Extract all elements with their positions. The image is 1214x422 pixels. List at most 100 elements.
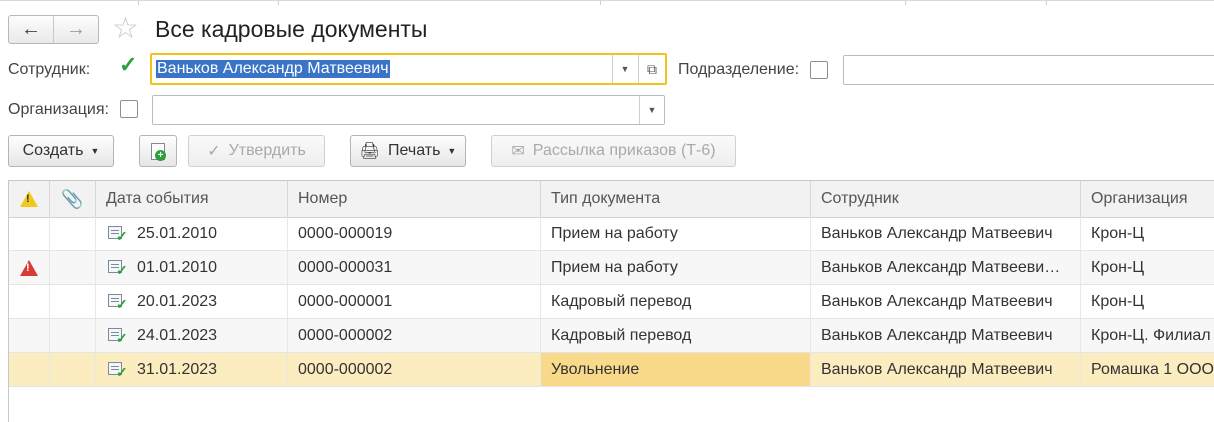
check-icon: ✓: [207, 143, 221, 160]
create-based-on-button[interactable]: +: [139, 135, 177, 167]
attachment-cell: [50, 319, 96, 352]
header-date[interactable]: Дата события: [96, 181, 288, 217]
checkmark-icon: ✓: [119, 52, 138, 77]
date-value: 20.01.2023: [137, 292, 218, 310]
chevron-down-icon: ▼: [90, 146, 100, 156]
date-cell: ✓ 20.01.2023: [96, 285, 288, 318]
date-value: 01.01.2010: [137, 258, 218, 276]
employee-checkbox[interactable]: ✓: [119, 54, 138, 78]
table-row[interactable]: ! ✓ 01.01.2010 0000-000031 Прием на работ…: [9, 251, 1214, 285]
number-cell: 0000-000002: [288, 319, 541, 352]
department-label: Подразделение:: [678, 61, 800, 78]
create-button[interactable]: Создать ▼: [8, 135, 114, 167]
number-cell: 0000-000031: [288, 251, 541, 284]
paperclip-icon: 📎: [61, 188, 84, 209]
organization-cell: Ромашка 1 ООО: [1091, 360, 1214, 378]
arrow-left-icon: ←: [21, 18, 41, 40]
top-divider: [600, 1, 601, 5]
date-value: 25.01.2010: [137, 224, 218, 242]
attachment-cell: [50, 251, 96, 284]
date-cell: ✓ 01.01.2010: [96, 251, 288, 284]
table-row[interactable]: ✓ 20.01.2023 0000-000001 Кадровый перевод…: [9, 285, 1214, 319]
star-icon[interactable]: ☆: [112, 11, 139, 47]
attachment-cell: [50, 217, 96, 250]
arrow-right-icon: →: [66, 18, 86, 40]
employee-cell: Ваньков Александр Матвеевич: [811, 319, 1081, 352]
header-attachment-column[interactable]: 📎: [50, 181, 96, 217]
create-button-label: Создать: [22, 142, 84, 159]
document-add-icon: +: [151, 142, 166, 161]
organization-field[interactable]: ▼: [152, 95, 665, 125]
table-row-selected[interactable]: ✓ 31.01.2023 0000-000002 Увольнение Ваньк…: [9, 353, 1214, 387]
header-employee[interactable]: Сотрудник: [811, 181, 1081, 217]
header-document-type[interactable]: Тип документа: [541, 181, 811, 217]
number-cell: 0000-000002: [288, 353, 541, 386]
employee-label: Сотрудник:: [8, 61, 91, 78]
warning-cell: [9, 319, 50, 352]
organization-cell: Крон-Ц: [1091, 224, 1145, 242]
chevron-down-icon[interactable]: ▼: [639, 96, 664, 124]
warning-icon: !: [20, 191, 38, 207]
type-cell: Прием на работу: [541, 251, 811, 284]
chevron-down-icon[interactable]: ▼: [612, 55, 637, 83]
attachment-cell: [50, 285, 96, 318]
posted-document-icon: ✓: [108, 293, 128, 311]
print-button[interactable]: 🖨 Печать ▼: [350, 135, 466, 167]
warning-cell: [9, 217, 50, 250]
header-warning-column[interactable]: !: [9, 181, 50, 217]
type-cell-active: Увольнение: [541, 353, 811, 386]
printer-icon: 🖨: [359, 143, 380, 160]
documents-table: ! 📎 Дата события Номер Тип документа Сот…: [8, 180, 1214, 422]
date-cell: ✓ 31.01.2023: [96, 353, 288, 386]
department-field[interactable]: [843, 55, 1214, 85]
header-number[interactable]: Номер: [288, 181, 541, 217]
organization-cell: Крон-Ц: [1091, 292, 1145, 310]
organization-label: Организация:: [8, 101, 109, 118]
number-cell: 0000-000001: [288, 285, 541, 318]
warning-cell: [9, 353, 50, 386]
employee-field[interactable]: Ваньков Александр Матвеевич ▼ ⧉: [150, 53, 667, 85]
date-cell: ✓ 25.01.2010: [96, 217, 288, 250]
approve-button-label: Утвердить: [228, 142, 306, 159]
navigation-buttons: ← →: [8, 15, 99, 44]
table-header: ! 📎 Дата события Номер Тип документа Сот…: [9, 181, 1214, 218]
type-cell: Кадровый перевод: [541, 285, 811, 318]
date-value: 24.01.2023: [137, 326, 218, 344]
table-row[interactable]: ✓ 24.01.2023 0000-000002 Кадровый перевод…: [9, 319, 1214, 353]
employee-field-value: Ваньков Александр Матвеевич: [156, 60, 390, 78]
organization-cell: Крон-Ц. Филиал: [1091, 326, 1211, 344]
employee-cell: Ваньков Александр Матвеевич: [811, 217, 1081, 250]
top-divider: [905, 1, 906, 5]
number-cell: 0000-000019: [288, 217, 541, 250]
organization-cell: Крон-Ц: [1091, 258, 1145, 276]
employee-cell: Ваньков Александр Матвееви…: [811, 251, 1081, 284]
forward-button[interactable]: →: [53, 16, 98, 43]
posted-document-icon: ✓: [108, 361, 128, 379]
top-divider: [138, 1, 139, 5]
warning-cell: !: [9, 251, 50, 284]
organization-checkbox[interactable]: [120, 100, 138, 118]
approve-button[interactable]: ✓ Утвердить: [188, 135, 325, 167]
warning-cell: [9, 285, 50, 318]
department-checkbox[interactable]: [810, 61, 828, 79]
top-border: [0, 0, 1214, 5]
table-row[interactable]: ✓ 25.01.2010 0000-000019 Прием на работу …: [9, 217, 1214, 251]
posted-document-icon: ✓: [108, 225, 128, 243]
top-divider: [278, 1, 279, 5]
mailing-orders-button-label: Рассылка приказов (Т-6): [532, 142, 716, 159]
envelope-icon: ✉: [511, 143, 525, 160]
back-button[interactable]: ←: [9, 16, 53, 43]
print-button-label: Печать: [387, 142, 441, 159]
mailing-orders-button[interactable]: ✉ Рассылка приказов (Т-6): [491, 135, 736, 167]
employee-cell: Ваньков Александр Матвеевич: [811, 285, 1081, 318]
date-cell: ✓ 24.01.2023: [96, 319, 288, 352]
type-cell: Прием на работу: [541, 217, 811, 250]
open-icon[interactable]: ⧉: [638, 55, 665, 83]
header-organization[interactable]: Организация: [1081, 181, 1214, 217]
error-icon: !: [20, 259, 38, 276]
date-value: 31.01.2023: [137, 360, 218, 378]
posted-document-icon: ✓: [108, 259, 128, 277]
employee-cell: Ваньков Александр Матвеевич: [811, 353, 1081, 386]
attachment-cell: [50, 353, 96, 386]
chevron-down-icon: ▼: [447, 146, 457, 156]
